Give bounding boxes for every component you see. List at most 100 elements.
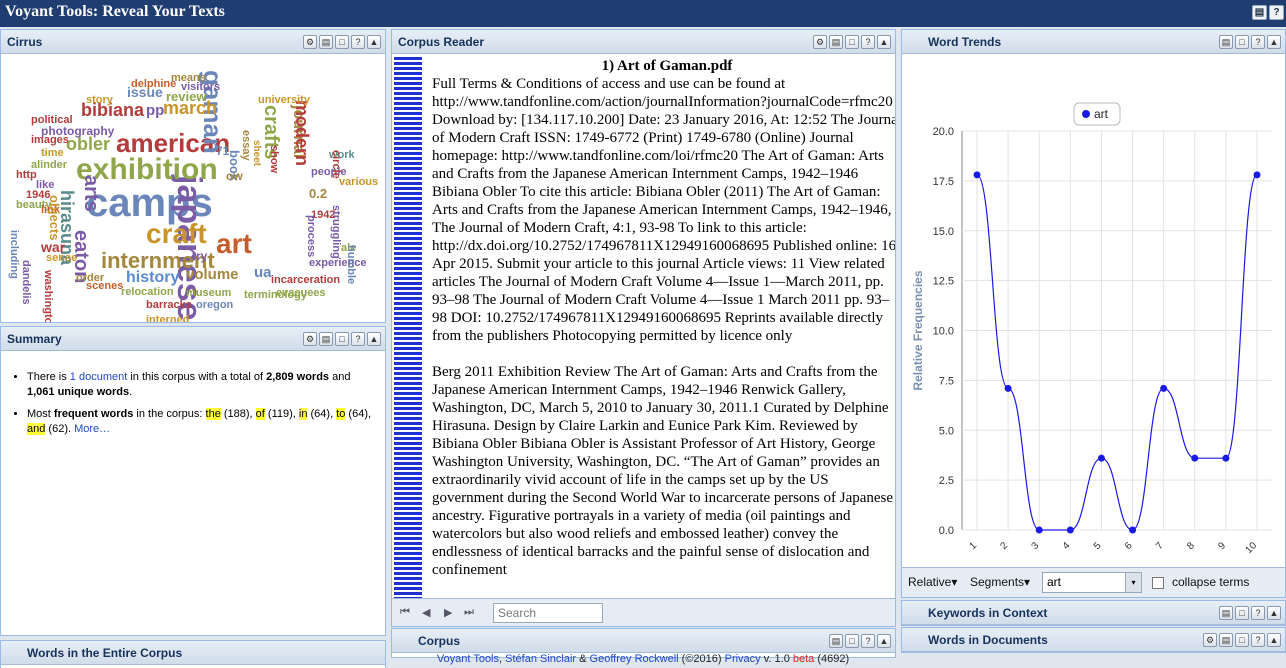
cloud-word[interactable]: modern	[292, 100, 312, 166]
window-icon[interactable]: □	[335, 332, 349, 346]
cloud-word[interactable]: objects	[47, 195, 62, 241]
cloud-word[interactable]: oregon	[196, 300, 233, 311]
word-select[interactable]: art ▾	[1042, 572, 1142, 593]
export-icon[interactable]: ▤	[319, 35, 333, 49]
export-icon[interactable]: ▤	[1219, 606, 1233, 620]
cloud-word[interactable]: like	[36, 180, 54, 191]
help-icon[interactable]: ?	[351, 35, 365, 49]
gear-icon[interactable]: ⚙	[813, 35, 827, 49]
frequent-word-link[interactable]: and	[27, 423, 46, 435]
cloud-word[interactable]: ry	[196, 250, 207, 262]
document-position-bar[interactable]	[394, 57, 422, 598]
cloud-word[interactable]: incarceration	[271, 275, 340, 286]
export-icon[interactable]: ▤	[829, 35, 843, 49]
chevron-down-icon[interactable]: ▾	[1125, 573, 1141, 592]
cloud-word[interactable]: delphine	[131, 79, 176, 90]
frequent-word-link[interactable]: the	[205, 408, 221, 420]
cloud-word[interactable]: pp	[146, 103, 164, 118]
relative-label: Relative	[908, 575, 952, 589]
help-icon[interactable]: ?	[1251, 633, 1265, 647]
collapse-icon[interactable]: ▲	[367, 35, 381, 49]
cloud-word[interactable]: means	[171, 73, 206, 84]
cloud-word[interactable]: order	[76, 273, 104, 284]
reader-search-input[interactable]: Search	[493, 603, 603, 623]
cloud-word[interactable]: story	[86, 95, 113, 106]
window-icon[interactable]: □	[1235, 633, 1249, 647]
voyant-link[interactable]: Voyant Tools	[437, 653, 499, 665]
cloud-word[interactable]: museum	[186, 288, 231, 299]
window-icon[interactable]: □	[1235, 35, 1249, 49]
cloud-word[interactable]: art	[216, 230, 252, 258]
collapse-icon[interactable]: ▲	[1267, 606, 1281, 620]
cloud-word[interactable]: barracks	[146, 300, 192, 311]
next-page-icon[interactable]: ▶	[444, 606, 452, 619]
cloud-word[interactable]: http	[16, 170, 37, 181]
cloud-word[interactable]: ow	[226, 170, 243, 182]
collapse-icon[interactable]: ▲	[367, 332, 381, 346]
cloud-word[interactable]: dandelis	[20, 260, 32, 305]
last-page-icon[interactable]: ⏭	[464, 606, 474, 619]
first-page-icon[interactable]: ⏮	[400, 606, 410, 619]
cloud-word[interactable]: university	[258, 95, 310, 106]
cloud-word[interactable]: circle	[330, 150, 342, 179]
export-icon[interactable]: ▤	[319, 332, 333, 346]
collapse-icon[interactable]: ▲	[1267, 35, 1281, 49]
window-icon[interactable]: □	[335, 35, 349, 49]
cloud-word[interactable]: 71	[216, 145, 229, 157]
help-icon[interactable]: ?	[861, 35, 875, 49]
export-icon[interactable]: ▤	[829, 634, 843, 648]
help-button[interactable]: ?	[1269, 5, 1284, 20]
collapse-icon[interactable]: ▲	[877, 634, 891, 648]
cloud-word[interactable]: volume	[186, 267, 239, 282]
cloud-word[interactable]: show	[268, 145, 280, 173]
cloud-word[interactable]: history	[126, 270, 179, 286]
cirrus-body: camps japanese exhibition american art craft i…	[1, 55, 385, 322]
cloud-word[interactable]: process	[305, 215, 317, 257]
segments-menu[interactable]: Segments▾	[970, 575, 1030, 589]
cloud-word[interactable]: 0.2	[309, 187, 327, 200]
cloud-word[interactable]: including	[8, 230, 20, 279]
frequent-word-link[interactable]: to	[336, 408, 346, 420]
cloud-word[interactable]: struggling	[330, 205, 342, 259]
frequent-word-link[interactable]: of	[255, 408, 265, 420]
export-button[interactable]: ▤	[1252, 5, 1267, 20]
cloud-word[interactable]: sheet	[251, 140, 262, 166]
cloud-word[interactable]: essay	[240, 130, 252, 161]
help-icon[interactable]: ?	[861, 634, 875, 648]
help-icon[interactable]: ?	[1251, 606, 1265, 620]
cloud-word[interactable]: sense	[46, 253, 77, 264]
collapse-icon[interactable]: ▲	[1267, 633, 1281, 647]
collapse-icon[interactable]: ▲	[877, 35, 891, 49]
cloud-word[interactable]: craft	[146, 220, 207, 248]
cloud-word[interactable]: various	[339, 177, 378, 188]
cloud-word[interactable]: washington	[42, 270, 54, 322]
cloud-word[interactable]: experience	[309, 258, 366, 269]
help-icon[interactable]: ?	[351, 332, 365, 346]
cloud-word[interactable]: images	[31, 135, 69, 146]
window-icon[interactable]: □	[845, 35, 859, 49]
cloud-word[interactable]: evacuees	[276, 288, 326, 299]
privacy-link[interactable]: Privacy	[725, 653, 761, 665]
window-icon[interactable]: □	[845, 634, 859, 648]
prev-page-icon[interactable]: ◀	[422, 606, 430, 619]
help-icon[interactable]: ?	[1251, 35, 1265, 49]
window-icon[interactable]: □	[1235, 606, 1249, 620]
export-icon[interactable]: ▤	[1219, 633, 1233, 647]
collapse-terms-checkbox[interactable]	[1152, 577, 1164, 589]
cloud-word[interactable]: political	[31, 115, 73, 126]
sinclair-link[interactable]: Stéfan Sinclair	[505, 653, 576, 665]
gear-icon[interactable]: ⚙	[303, 35, 317, 49]
gear-icon[interactable]: ⚙	[303, 332, 317, 346]
documents-link[interactable]: 1 document	[70, 371, 127, 383]
gear-icon[interactable]: ⚙	[1203, 633, 1217, 647]
more-link[interactable]: More…	[74, 423, 110, 435]
cloud-word[interactable]: interned	[146, 315, 189, 323]
cloud-word[interactable]: ua	[254, 265, 272, 280]
export-icon[interactable]: ▤	[1219, 35, 1233, 49]
cloud-word[interactable]: relocation	[121, 287, 174, 298]
cloud-word[interactable]: humble	[345, 245, 357, 284]
rockwell-link[interactable]: Geoffrey Rockwell	[590, 653, 679, 665]
cloud-word[interactable]: arts	[80, 175, 102, 212]
cloud-word[interactable]: time	[41, 148, 64, 159]
relative-menu[interactable]: Relative▾	[908, 575, 957, 589]
